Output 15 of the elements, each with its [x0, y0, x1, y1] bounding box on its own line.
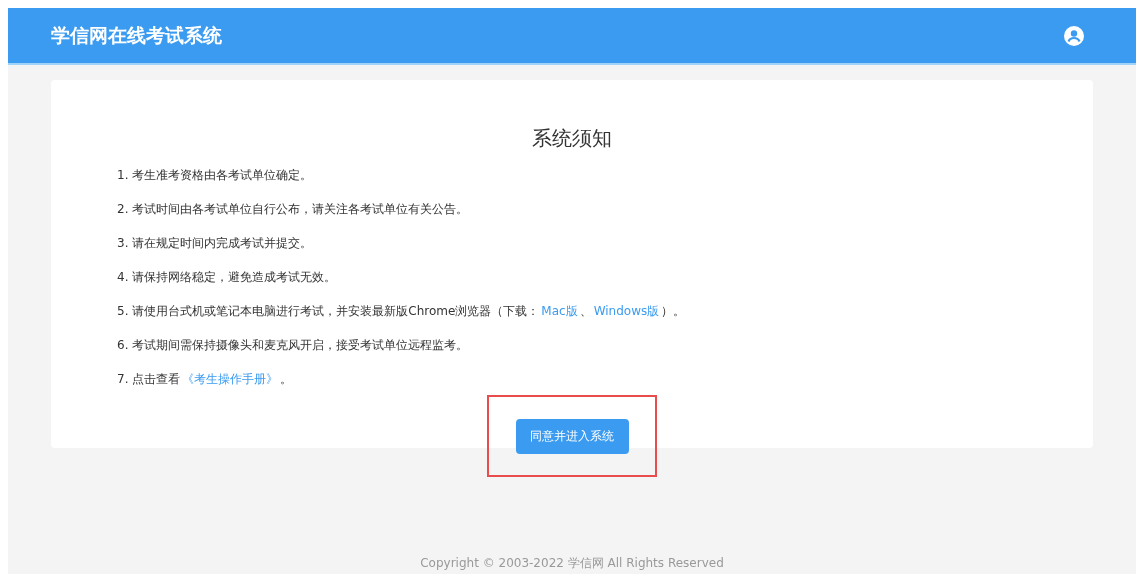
notice-item: 5. 请使用台式机或笔记本电脑进行考试，并安装最新版Chrome浏览器（下载： Mac版 、 Windows版 ）。 [117, 303, 687, 319]
agree-button[interactable]: 同意并进入系统 [515, 418, 629, 454]
user-icon[interactable] [1063, 24, 1085, 47]
download-link[interactable]: Windows版 [593, 304, 660, 318]
notice-title: 系统须知 [531, 125, 613, 152]
notice-item: 6. 考试期间需保持摄像头和麦克风开启，接受考试单位远程监考。 [117, 337, 470, 353]
notice-item: 7. 点击查看 《考生操作手册》 。 [117, 371, 294, 387]
download-link[interactable]: 《考生操作手册》 [182, 372, 279, 386]
notice-item: 1. 考生准考资格由各考试单位确定。 [117, 167, 314, 183]
notice-item: 3. 请在规定时间内完成考试并提交。 [117, 235, 314, 251]
notice-item: 4. 请保持网络稳定，避免造成考试无效。 [117, 269, 338, 285]
site-title: 学信网在线考试系统 [51, 23, 222, 49]
download-link[interactable]: Mac版 [541, 304, 578, 318]
notice-item: 2. 考试时间由各考试单位自行公布，请关注各考试单位有关公告。 [117, 201, 470, 217]
copyright-text: Copyright © 2003-2022 学信网 All Rights Reserved [419, 555, 725, 572]
